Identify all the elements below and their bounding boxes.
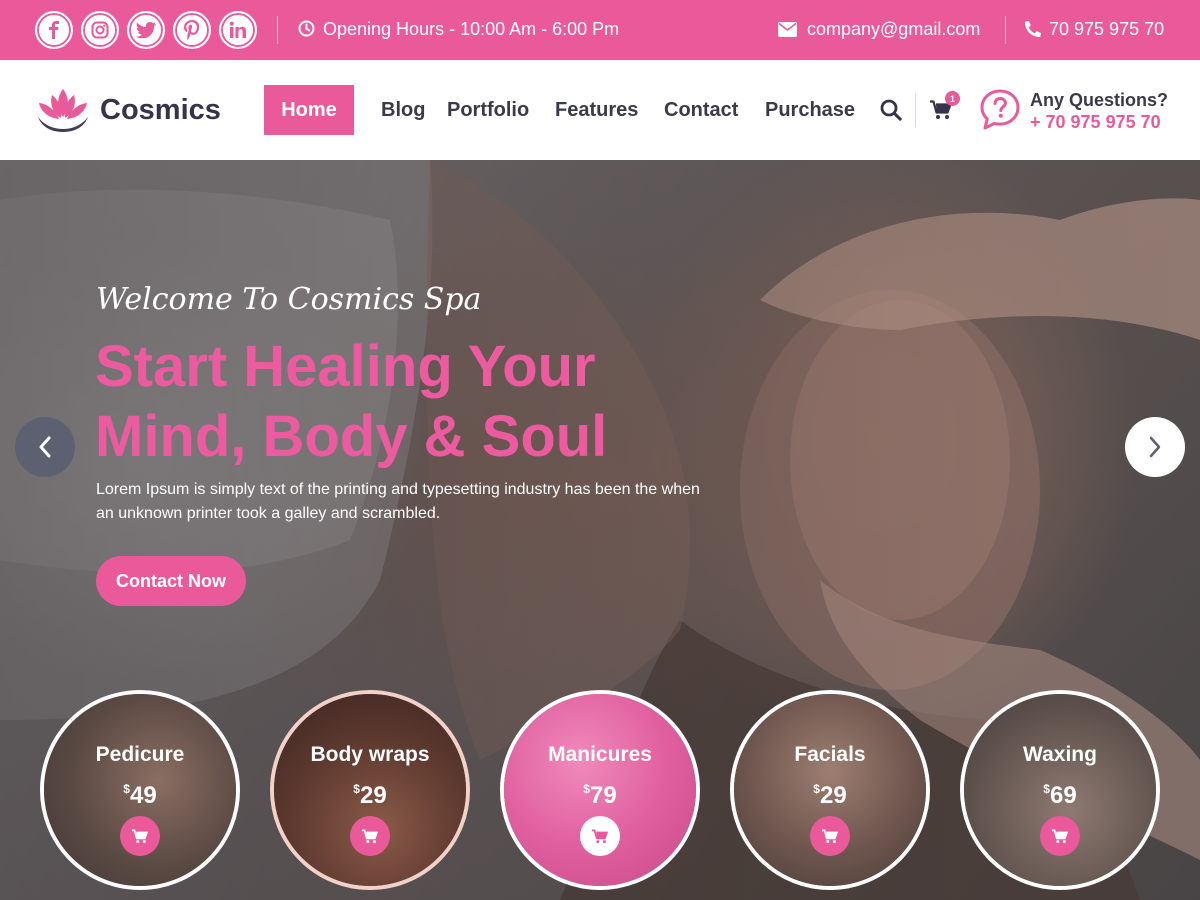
- service-name: Facials: [794, 743, 866, 766]
- pinterest-link[interactable]: [173, 11, 211, 49]
- nav-portfolio[interactable]: Portfolio: [447, 98, 529, 122]
- service-price: $29: [813, 782, 847, 809]
- phone-icon: [1025, 20, 1042, 42]
- hero-headline-line-1: Start Healing Your: [95, 334, 596, 399]
- topbar-divider: [1005, 16, 1006, 44]
- cart-icon: [592, 828, 608, 843]
- hero-headline: Start Healing Your Mind, Body & Soul: [95, 332, 607, 472]
- site-header: Cosmics Home Blog Portfolio Features Con…: [0, 60, 1200, 160]
- phone-number[interactable]: 70 975 975 70: [1049, 18, 1164, 40]
- service-name: Pedicure: [95, 743, 185, 766]
- cart-icon: [132, 828, 148, 843]
- nav-purchase[interactable]: Purchase: [765, 98, 855, 122]
- service-price: $69: [1043, 782, 1077, 809]
- linkedin-icon: [223, 15, 253, 45]
- envelope-icon: [778, 22, 797, 42]
- service-card-body-wraps[interactable]: Body wraps $29: [270, 690, 470, 890]
- chevron-left-icon: [39, 436, 51, 458]
- nav-features[interactable]: Features: [555, 98, 638, 122]
- pinterest-icon: [177, 15, 207, 45]
- service-price: $79: [583, 782, 617, 809]
- chevron-right-icon: [1149, 436, 1161, 458]
- hero-slider: Welcome To Cosmics Spa Start Healing You…: [0, 160, 1200, 900]
- cart-icon: [1052, 828, 1068, 843]
- hero-welcome-text: Welcome To Cosmics Spa: [96, 282, 482, 317]
- question-chat-icon: [978, 88, 1022, 137]
- questions-title: Any Questions?: [1030, 90, 1169, 110]
- service-card-waxing[interactable]: Waxing $69: [960, 690, 1160, 890]
- brand-name[interactable]: Cosmics: [100, 93, 221, 127]
- top-bar: Opening Hours - 10:00 Am - 6:00 Pm compa…: [0, 0, 1200, 60]
- instagram-link[interactable]: [81, 11, 119, 49]
- cart-icon: [822, 828, 838, 843]
- nav-contact[interactable]: Contact: [664, 98, 738, 122]
- questions-phone[interactable]: + 70 975 975 70: [1030, 111, 1161, 133]
- slider-next-button[interactable]: [1125, 417, 1185, 477]
- hero-description: Lorem Ipsum is simply text of the printi…: [96, 481, 700, 522]
- add-to-cart-button[interactable]: [120, 816, 160, 856]
- slider-prev-button[interactable]: [15, 417, 75, 477]
- add-to-cart-button[interactable]: [1040, 816, 1080, 856]
- contact-now-button[interactable]: Contact Now: [96, 556, 246, 606]
- cart-icon: [362, 828, 378, 843]
- linkedin-link[interactable]: [219, 11, 257, 49]
- search-icon[interactable]: [880, 99, 902, 126]
- service-card-manicures[interactable]: Manicures $79: [500, 690, 700, 890]
- clock-icon: [298, 20, 315, 42]
- add-to-cart-button[interactable]: [580, 816, 620, 856]
- opening-hours: Opening Hours - 10:00 Am - 6:00 Pm: [323, 19, 620, 39]
- add-to-cart-button[interactable]: [810, 816, 850, 856]
- cart-count-badge: 1: [945, 91, 960, 106]
- service-price: $49: [123, 782, 157, 809]
- email-link[interactable]: company@gmail.com: [807, 18, 980, 40]
- instagram-icon: [85, 15, 115, 45]
- add-to-cart-button[interactable]: [350, 816, 390, 856]
- service-name: Body wraps: [310, 743, 430, 766]
- lotus-logo-icon[interactable]: [34, 87, 92, 138]
- nav-home[interactable]: Home: [264, 85, 354, 135]
- header-divider: [915, 93, 916, 127]
- topbar-divider: [277, 16, 278, 44]
- service-name: Waxing: [1023, 743, 1097, 766]
- hero-headline-line-2: Mind, Body & Soul: [95, 404, 608, 469]
- nav-blog[interactable]: Blog: [381, 98, 425, 122]
- service-name: Manicures: [548, 743, 652, 766]
- service-card-facials[interactable]: Facials $29: [730, 690, 930, 890]
- facebook-link[interactable]: [35, 11, 73, 49]
- twitter-icon: [131, 15, 161, 45]
- service-card-pedicure[interactable]: Pedicure $49: [40, 690, 240, 890]
- facebook-icon: [39, 15, 69, 45]
- service-price: $29: [353, 782, 387, 809]
- twitter-link[interactable]: [127, 11, 165, 49]
